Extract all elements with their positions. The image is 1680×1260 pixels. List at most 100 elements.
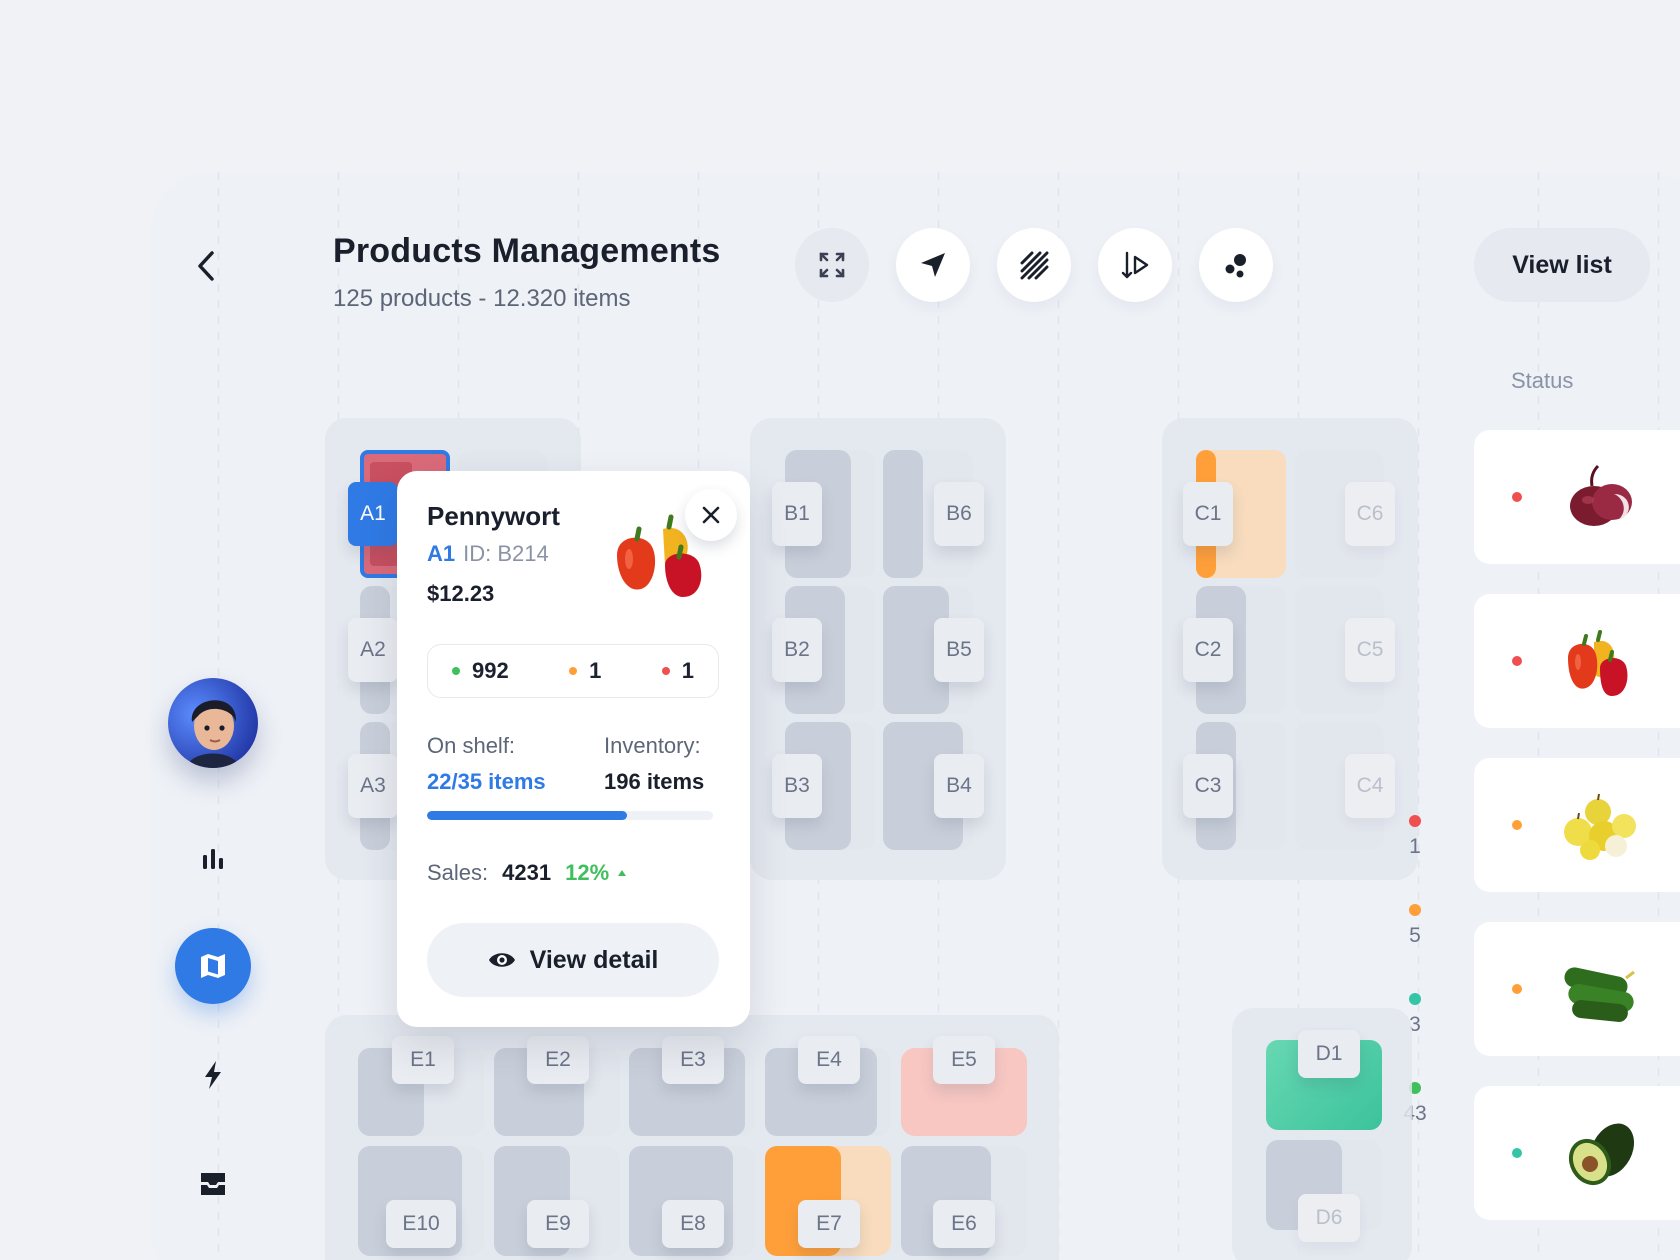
shelf-label-e9[interactable]: E9 — [527, 1200, 589, 1248]
shelf-label-d1[interactable]: D1 — [1298, 1030, 1360, 1078]
product-id: A1 ID: B214 — [427, 541, 549, 566]
sales-label: Sales: — [427, 860, 489, 885]
product-name: Pennywort — [427, 501, 560, 531]
cluster-icon — [1225, 254, 1246, 278]
page-title: Products Managements — [333, 232, 721, 270]
shelf-label-e5[interactable]: E5 — [933, 1036, 995, 1084]
status-dot — [1512, 820, 1522, 830]
shelf-label-b2[interactable]: B2 — [772, 618, 822, 682]
shelf-label-c3[interactable]: C3 — [1183, 754, 1233, 818]
status-dot — [661, 667, 670, 675]
shelf-label-c4[interactable]: C4 — [1345, 754, 1395, 818]
user-avatar-icon — [168, 678, 258, 768]
bar-chart-icon — [203, 849, 223, 869]
close-button[interactable] — [685, 489, 737, 541]
navigate-icon — [921, 253, 945, 277]
red-onion-icon — [1570, 464, 1632, 526]
legend-count: 5 — [1409, 924, 1421, 947]
navigate-button[interactable] — [896, 228, 970, 302]
shelf-label-a3[interactable]: A3 — [348, 754, 398, 818]
eye-icon — [488, 953, 515, 967]
shelf-label-e3[interactable]: E3 — [662, 1036, 724, 1084]
close-icon — [702, 506, 720, 524]
status-dot — [1512, 492, 1522, 502]
expand-button[interactable] — [795, 228, 869, 302]
route-button[interactable] — [1098, 228, 1172, 302]
expand-icon — [819, 252, 845, 278]
shelf-label-b1[interactable]: B1 — [772, 482, 822, 546]
shelf-label-e7[interactable]: E7 — [798, 1200, 860, 1248]
status-item[interactable] — [1474, 922, 1680, 1056]
hatch-pattern-icon — [1020, 251, 1049, 280]
stock-good: 992 — [452, 658, 509, 684]
legend-dot — [1409, 904, 1421, 916]
shelf-label-d6[interactable]: D6 — [1298, 1194, 1360, 1242]
shelf-label-a1[interactable]: A1 — [348, 482, 398, 546]
cucumbers-icon — [1564, 967, 1635, 1022]
product-popup: Pennywort A1 ID: B214 $12.23 992 1 1 On s… — [397, 471, 750, 1027]
status-item[interactable] — [1474, 594, 1680, 728]
stock-warning: 1 — [569, 658, 601, 684]
shelf-label-e2[interactable]: E2 — [527, 1036, 589, 1084]
shelf-progress-fill — [427, 811, 628, 820]
shelf-label-e10[interactable]: E10 — [386, 1200, 456, 1248]
shelf-label-e8[interactable]: E8 — [662, 1200, 724, 1248]
yellow-apples-icon — [1564, 793, 1636, 860]
sales-row: Sales: 4231 12% — [427, 860, 627, 886]
nav-inbox[interactable] — [175, 1146, 251, 1222]
on-shelf-label: On shelf: — [427, 733, 516, 758]
page-subtitle: 125 products - 12.320 items — [333, 285, 631, 312]
inventory-label: Inventory: — [604, 733, 701, 758]
stock-summary: 992 1 1 — [427, 644, 719, 698]
lightning-icon — [205, 1061, 221, 1089]
shelf-label-e4[interactable]: E4 — [798, 1036, 860, 1084]
map-icon — [201, 954, 225, 978]
cluster-button[interactable] — [1199, 228, 1273, 302]
shelf-label-c5[interactable]: C5 — [1345, 618, 1395, 682]
trend-up-icon — [618, 870, 627, 876]
shelf-progress-bar — [427, 811, 713, 820]
shelf-label-a2[interactable]: A2 — [348, 618, 398, 682]
nav-energy[interactable] — [175, 1037, 251, 1113]
nav-map[interactable] — [175, 928, 251, 1004]
legend-count: 1 — [1409, 835, 1421, 858]
shelf-label-c6[interactable]: C6 — [1345, 482, 1395, 546]
inventory-value: 196 items — [604, 769, 705, 794]
inbox-icon — [201, 1173, 225, 1195]
on-shelf-value: 22/35 items — [427, 769, 546, 794]
status-item[interactable] — [1474, 430, 1680, 564]
status-item[interactable] — [1474, 1086, 1680, 1220]
product-price: $12.23 — [427, 581, 495, 606]
sales-change: 12% — [565, 860, 627, 886]
bell-peppers-icon — [1568, 630, 1628, 696]
status-item[interactable] — [1474, 758, 1680, 892]
legend-dot — [1409, 993, 1421, 1005]
route-icon — [1121, 251, 1149, 279]
shelf-label-b4[interactable]: B4 — [934, 754, 984, 818]
back-button[interactable] — [188, 244, 224, 288]
shelf-label-c2[interactable]: C2 — [1183, 618, 1233, 682]
shelf-label-b6[interactable]: B6 — [934, 482, 984, 546]
shelf-label-b5[interactable]: B5 — [934, 618, 984, 682]
shelf-label-b3[interactable]: B3 — [772, 754, 822, 818]
status-header: Status — [1511, 368, 1574, 393]
avatar[interactable] — [168, 678, 258, 768]
status-dot — [1512, 984, 1522, 994]
legend-dot — [1409, 815, 1421, 827]
view-detail-button[interactable]: View detail — [427, 923, 719, 997]
product-location[interactable]: A1 — [427, 541, 455, 566]
hatch-pattern-button[interactable] — [997, 228, 1071, 302]
view-list-button[interactable]: View list — [1474, 228, 1650, 302]
status-dot — [1512, 656, 1522, 666]
legend-item: 1 — [1400, 815, 1430, 904]
shelf-label-e1[interactable]: E1 — [392, 1036, 454, 1084]
stock-critical: 1 — [661, 658, 694, 684]
shelf-label-c1[interactable]: C1 — [1183, 482, 1233, 546]
shelf-label-e6[interactable]: E6 — [933, 1200, 995, 1248]
nav-analytics[interactable] — [175, 820, 251, 896]
status-dot — [452, 667, 460, 675]
chevron-left-icon — [198, 251, 214, 281]
avocado-icon — [1568, 1123, 1635, 1186]
sales-value: 4231 — [502, 860, 552, 885]
status-dot — [569, 667, 578, 675]
